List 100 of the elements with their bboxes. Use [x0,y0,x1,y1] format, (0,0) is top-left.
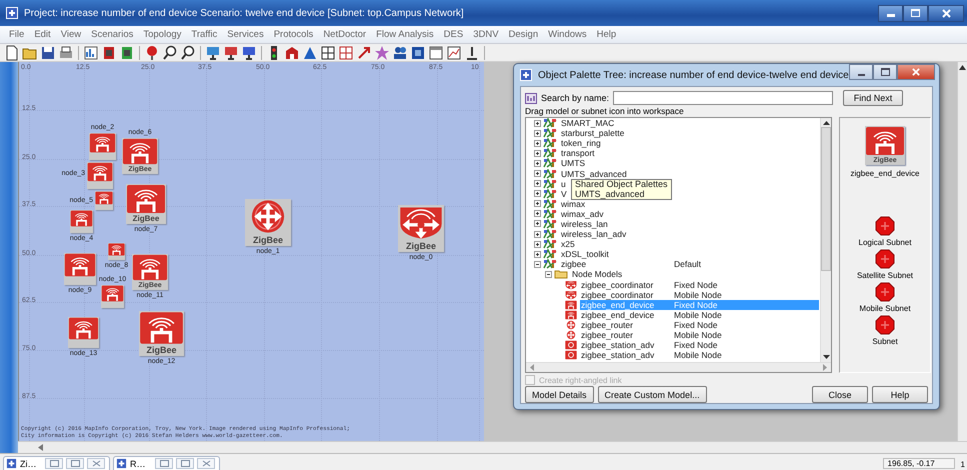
create-model-button[interactable]: Create Custom Model... [598,386,707,403]
expand-toggle[interactable] [534,230,541,238]
menu-item[interactable]: Design [504,29,544,40]
find-next-button[interactable]: Find Next [843,90,904,106]
expand-toggle[interactable] [534,150,541,157]
menu-item[interactable]: Windows [543,29,592,40]
monitor-icon[interactable] [223,44,239,60]
maximize-button[interactable] [873,64,897,80]
triangle-icon[interactable] [302,44,318,60]
menu-item[interactable]: 3DNV [468,29,504,40]
close-button[interactable]: Close [812,386,868,403]
monitor-icon[interactable] [241,44,257,60]
menu-item[interactable]: Topology [138,29,186,40]
menu-item[interactable]: Protocols [268,29,318,40]
menu-item[interactable]: Scenarios [86,29,138,40]
minimized-window[interactable]: Zi… [3,456,110,470]
expand-toggle[interactable] [534,250,541,258]
minimized-window[interactable]: R… [113,456,220,470]
window-icon[interactable] [428,44,444,60]
expand-toggle[interactable] [534,220,541,228]
menu-item[interactable]: Services [222,29,269,40]
wireless-node-icon [64,253,96,277]
tree-item[interactable]: wimax_adv [560,208,674,219]
vertical-scrollbar[interactable] [820,118,831,362]
menu-item[interactable]: View [56,29,86,40]
vertical-scrollbar[interactable] [957,62,967,441]
tree-item[interactable]: zigbee_coordinator [580,280,674,290]
tree-item[interactable]: Node Models [571,269,674,280]
chart-icon[interactable] [83,44,99,60]
expand-toggle[interactable] [534,260,541,268]
expand-toggle[interactable] [534,240,541,248]
expand-toggle[interactable] [534,190,541,198]
minimize-button[interactable] [878,4,903,22]
restore-button[interactable] [155,458,173,469]
octagon-icon[interactable] [874,249,895,269]
search-field[interactable] [613,91,834,105]
tree-item[interactable]: zigbee_router [580,320,674,330]
help-button[interactable]: Help [872,386,928,403]
tree-item[interactable]: xDSL_toolkit [560,249,674,260]
building-icon[interactable] [284,44,300,60]
search-icon[interactable] [180,44,196,60]
menu-item[interactable]: NetDoctor [318,29,372,40]
octagon-icon[interactable] [874,315,895,335]
expand-toggle[interactable] [534,140,541,147]
pin-icon[interactable] [144,44,160,60]
grid-icon[interactable] [338,44,354,60]
tree-item[interactable]: UMTS [560,158,674,168]
tree-item[interactable]: wireless_lan_adv [560,229,674,240]
menu-item[interactable]: DES [438,29,468,40]
menu-item[interactable]: File [4,29,30,40]
tree-item[interactable]: wimax [560,198,674,209]
bar-icon[interactable] [464,44,480,60]
tree-item[interactable]: zigbee [560,259,674,270]
tree-item[interactable]: x25 [560,239,674,250]
expand-toggle[interactable] [534,200,541,208]
menu-item[interactable]: Edit [29,29,56,40]
arrow-icon[interactable] [356,44,372,60]
coordinates-readout: 196.85, -0.17 [882,458,955,469]
scroll-thumb[interactable] [821,127,831,271]
restore-button[interactable] [45,458,63,469]
close-button[interactable] [928,4,964,22]
tree-item[interactable]: starburst_palette [560,128,674,138]
tree-item[interactable]: zigbee_station_adv [580,350,674,360]
maximize-button[interactable] [903,4,928,22]
chip-icon[interactable] [119,44,135,60]
tree-item[interactable]: zigbee_coordinator [580,290,674,300]
tree-item[interactable]: zigbee_router [580,330,674,340]
expand-toggle[interactable] [534,210,541,218]
tree-item[interactable]: zigbee_end_device [580,310,674,320]
tree-item[interactable]: transport [560,148,674,158]
tree-item[interactable]: wireless_lan [560,218,674,229]
people-icon[interactable] [392,44,408,60]
close-button[interactable] [897,64,935,80]
star-icon[interactable] [374,44,390,60]
tree-item[interactable]: SMART_MAC [560,118,674,128]
menu-item[interactable]: Help [592,29,622,40]
printer-icon[interactable] [58,44,74,60]
expand-toggle[interactable] [534,120,541,127]
menu-item[interactable]: Flow Analysis [371,29,439,40]
expand-toggle[interactable] [534,160,541,167]
tree-item[interactable]: UMTS_advanced [560,168,674,179]
tree-item[interactable]: zigbee_station_adv [580,340,674,350]
expand-toggle[interactable] [534,170,541,178]
chip-icon[interactable] [101,44,117,60]
zoom-icon[interactable] [162,44,178,60]
horizontal-scrollbar[interactable] [18,441,967,453]
menu-item[interactable]: Traffic [186,29,222,40]
tree-item[interactable]: token_ring [560,138,674,148]
minimize-button[interactable] [849,64,873,80]
octagon-icon[interactable] [874,216,895,236]
graph-icon[interactable] [446,44,462,60]
expand-toggle[interactable] [545,270,552,278]
grid-icon[interactable] [320,44,336,60]
expand-toggle[interactable] [534,180,541,188]
monitor-icon[interactable] [205,44,221,60]
model-details-button[interactable]: Model Details [525,386,594,403]
square-icon[interactable] [410,44,426,60]
octagon-icon[interactable] [874,282,895,302]
horizontal-scrollbar[interactable] [526,362,831,372]
expand-toggle[interactable] [534,130,541,137]
